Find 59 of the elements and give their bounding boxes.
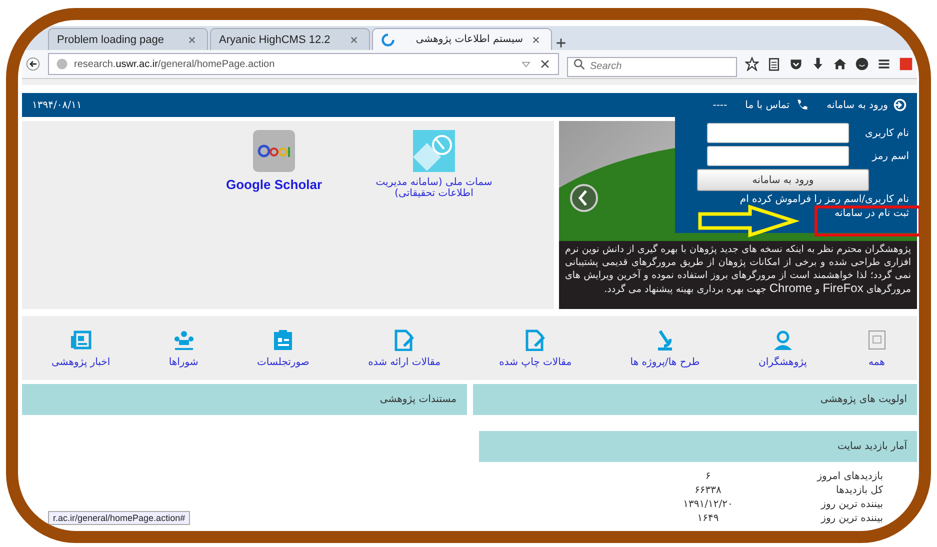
scholar-link[interactable]: Google Scholar: [214, 129, 334, 192]
category-link[interactable]: مقالات چاپ شده: [499, 328, 572, 368]
globe-icon: [55, 57, 69, 71]
search-field[interactable]: Search: [567, 56, 737, 76]
stat-value: ۶: [704, 470, 712, 484]
extension-icon[interactable]: [899, 57, 913, 71]
stat-value: ۶۶۳۳۸: [694, 484, 722, 498]
stat-label: بیننده ترین روز: [820, 512, 883, 526]
section-header: اولویت های پژوهشی: [472, 384, 917, 415]
category-link[interactable]: اخبار پژوهشی: [51, 328, 110, 368]
new-tab-icon[interactable]: [554, 36, 568, 50]
status-url: r.ac.ir/general/homePage.action#: [48, 511, 190, 525]
newspaper-icon: [70, 328, 92, 350]
document-pen-icon: [524, 328, 546, 350]
person-icon: [772, 328, 794, 350]
login-button[interactable]: ورود به سامانه: [697, 169, 869, 191]
document-pen-icon: [393, 328, 416, 350]
category-link[interactable]: طرح ها/پروژه ها: [630, 328, 700, 368]
category-link[interactable]: صورتجلسات: [257, 328, 310, 368]
star-icon[interactable]: [745, 57, 759, 71]
meeting-icon: [172, 328, 195, 350]
samat-link[interactable]: سمات ملی (سامانه مدیریت اطلاعات تحقیقاتی): [374, 129, 494, 199]
input-field[interactable]: [707, 123, 849, 143]
smiley-icon[interactable]: [855, 57, 869, 71]
section-header: آمار بازدید سایت: [479, 431, 917, 462]
browser-tab[interactable]: سیستم اطلاعات پژوهشی: [372, 28, 552, 50]
stat-label: کل بازدیدها: [835, 484, 883, 498]
loading-spinner-icon: [381, 32, 395, 46]
login-icon: [893, 98, 907, 112]
contact-link[interactable]: تماس با ما: [745, 98, 809, 112]
stat-value: ۱۶۴۹: [696, 512, 720, 526]
image-icon: [866, 328, 888, 350]
stat-value: ۱۳۹۱/۱۲/۲۰: [682, 498, 734, 512]
clipboard-icon[interactable]: [767, 57, 781, 71]
category-link[interactable]: پژوهشگران: [758, 328, 807, 368]
address-bar[interactable]: research.uswr.ac.ir/general/homePage.action: [48, 53, 559, 75]
forgot-password-link[interactable]: نام کاربری/اسم رمز را فراموش کرده ام: [683, 194, 909, 205]
pocket-icon[interactable]: [789, 57, 803, 71]
input-field[interactable]: [707, 146, 849, 166]
home-icon[interactable]: [833, 57, 847, 71]
search-icon: [572, 57, 586, 71]
back-icon[interactable]: [26, 57, 40, 71]
field-label: نام کاربری: [864, 128, 909, 138]
separator-text: ----: [712, 100, 728, 110]
date-text: ۱۳۹۴/۰۸/۱۱: [32, 100, 82, 110]
login-link[interactable]: ورود به سامانه: [826, 98, 907, 112]
field-label: اسم رمز: [870, 150, 909, 162]
register-link[interactable]: ثبت نام در سامانه: [683, 208, 909, 219]
menu-icon[interactable]: [877, 57, 891, 71]
category-link[interactable]: شوراها: [168, 328, 198, 368]
stat-label: بازدیدهای امروز: [816, 470, 883, 484]
section-header: مستندات پژوهشی: [22, 384, 466, 415]
browser-tab[interactable]: Problem loading page: [48, 28, 208, 50]
category-link[interactable]: مقالات ارائه شده: [368, 328, 440, 368]
download-icon[interactable]: [811, 57, 825, 71]
category-link[interactable]: همه: [866, 328, 888, 368]
stat-label: بیننده ترین روز: [820, 498, 883, 512]
browser-tab[interactable]: Aryanic HighCMS 12.2: [210, 28, 370, 50]
id-card-icon: [272, 328, 294, 350]
